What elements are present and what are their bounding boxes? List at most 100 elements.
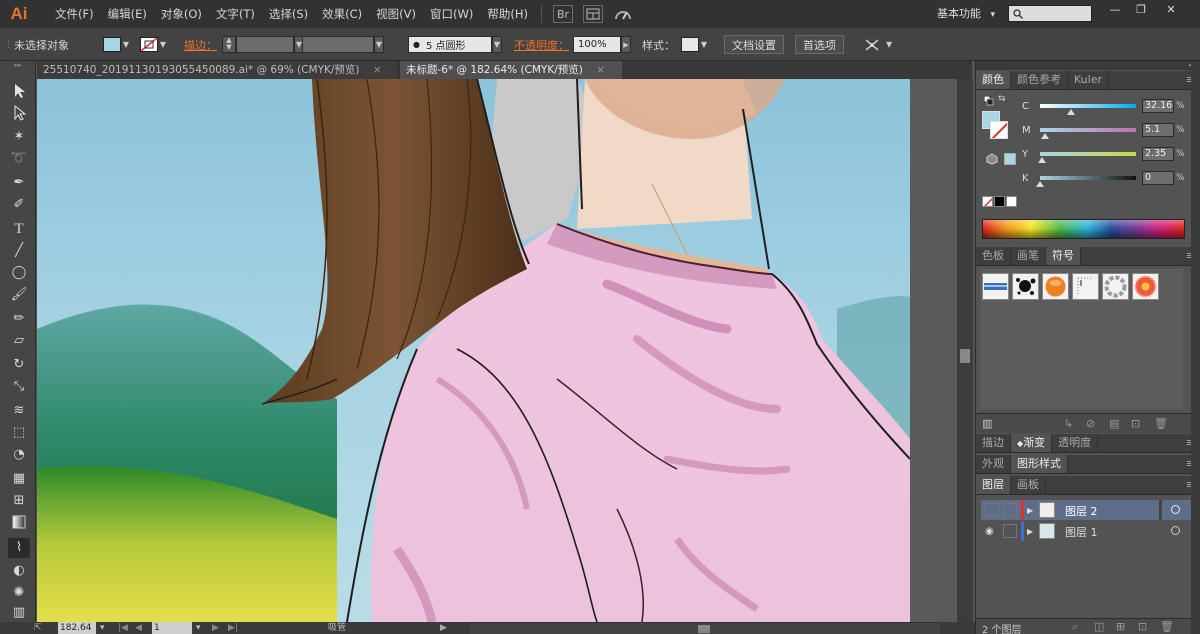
curvature-tool-icon[interactable]: ✐	[8, 195, 30, 215]
close-icon[interactable]: ×	[596, 64, 605, 76]
slider-knob[interactable]	[1066, 109, 1075, 115]
document-setup-button[interactable]: 文档设置	[724, 35, 784, 54]
stroke-label[interactable]: 描边：	[184, 28, 217, 61]
chevron-down-icon[interactable]: ▾	[196, 622, 201, 634]
status-menu-icon[interactable]: ▶	[440, 622, 447, 634]
closest-color-swatch[interactable]	[1004, 153, 1016, 165]
chevron-down-icon[interactable]: ▼	[374, 36, 384, 53]
warp-tool-icon[interactable]: ≋	[8, 401, 30, 421]
bridge-icon[interactable]: Br	[552, 5, 573, 23]
expand-triangle-icon[interactable]: ▶	[1027, 506, 1033, 515]
black-value[interactable]: 0	[1142, 171, 1174, 185]
zoom-arrow-icon[interactable]: ⇱	[34, 622, 42, 634]
ink-splash-symbol[interactable]	[1012, 273, 1039, 300]
symbol-sprayer-tool-icon[interactable]: ✺	[8, 583, 30, 603]
first-artboard-icon[interactable]: |◀	[118, 622, 128, 634]
new-layer-icon[interactable]: ⊡	[1138, 620, 1147, 633]
chevron-right-icon[interactable]: ▶	[621, 36, 631, 53]
magenta-slider[interactable]	[1040, 128, 1136, 139]
type-tool-icon[interactable]: T	[8, 219, 30, 239]
new-symbol-icon[interactable]: ⊡	[1131, 417, 1140, 430]
menu-help[interactable]: 帮助(H)	[480, 6, 535, 22]
zoom-input[interactable]: 182.64	[58, 622, 96, 634]
layer-name[interactable]: 图层 2	[1065, 503, 1098, 519]
magic-wand-tool-icon[interactable]: ✶	[8, 127, 30, 147]
restore-button[interactable]: ❐	[1130, 3, 1152, 17]
minimize-button[interactable]: —	[1104, 3, 1126, 17]
chevron-down-icon[interactable]: ▾	[100, 622, 105, 634]
break-link-icon[interactable]: ⊘	[1086, 417, 1095, 430]
chevron-down-icon[interactable]: ▼	[699, 37, 709, 52]
tab-document-2[interactable]: 未标题-6* @ 182.64% (CMYK/预览) ×	[400, 61, 622, 79]
tab-symbols[interactable]: 符号	[1046, 247, 1081, 265]
expand-triangle-icon[interactable]: ▶	[1027, 527, 1033, 536]
chevron-down-icon[interactable]: ▼	[492, 36, 502, 53]
menu-view[interactable]: 视图(V)	[369, 6, 423, 22]
transform-icon[interactable]: ▼	[864, 28, 892, 61]
panel-grip-icon[interactable]: ▸▸	[4, 61, 32, 69]
default-colors-icon[interactable]	[983, 95, 994, 109]
tab-stroke[interactable]: 描边	[976, 434, 1011, 452]
workspace-switcher[interactable]: 基本功能 ▾	[937, 5, 995, 21]
tab-gradient[interactable]: ◆渐变	[1011, 434, 1053, 452]
layer-row-1[interactable]: ◉ ▶ 图层 1	[981, 521, 1199, 541]
menu-select[interactable]: 选择(S)	[262, 6, 315, 22]
flower-symbol[interactable]	[1132, 273, 1159, 300]
color-spectrum[interactable]	[982, 219, 1185, 239]
previous-artboard-icon[interactable]: ◀	[135, 622, 142, 634]
target-icon[interactable]	[1171, 526, 1180, 535]
tab-color[interactable]: 颜色	[976, 71, 1011, 89]
black-slider[interactable]	[1036, 176, 1136, 187]
magenta-value[interactable]: 5.1	[1142, 123, 1174, 137]
lasso-tool-icon[interactable]: ➰	[8, 149, 30, 169]
gpu-performance-icon[interactable]	[613, 5, 633, 23]
chevron-down-icon[interactable]: ▼	[158, 37, 168, 52]
pencil-tool-icon[interactable]: ✏	[8, 309, 30, 329]
mesh-tool-icon[interactable]: ⊞	[8, 491, 30, 511]
place-symbol-icon[interactable]: ↳	[1064, 417, 1073, 430]
trash-icon[interactable]: 🗑	[1154, 417, 1168, 430]
swap-colors-icon[interactable]: ⇆	[998, 94, 1006, 104]
artboard-number-input[interactable]: 1	[152, 622, 192, 634]
preferences-button[interactable]: 首选项	[795, 35, 844, 54]
artwork-illustration[interactable]	[37, 79, 910, 622]
tab-document-1[interactable]: 25510740_20191130193055450089.ai* @ 69% …	[37, 61, 399, 79]
lock-toggle[interactable]	[1003, 524, 1017, 538]
pen-tool-icon[interactable]: ✒	[8, 173, 30, 193]
column-graph-tool-icon[interactable]: ▥	[8, 603, 30, 623]
fill-swatch[interactable]	[103, 37, 121, 52]
menu-window[interactable]: 窗口(W)	[423, 6, 480, 22]
shape-builder-tool-icon[interactable]: ◔	[8, 445, 30, 465]
arrange-documents-icon[interactable]	[582, 5, 603, 23]
ring-symbol[interactable]	[1102, 273, 1129, 300]
scrollbar-thumb[interactable]	[698, 625, 710, 633]
symbol-libraries-icon[interactable]: ▥	[982, 417, 992, 430]
collapse-panels-icon[interactable]: ◂◂	[976, 61, 1200, 70]
layer-name[interactable]: 图层 1	[1065, 524, 1098, 540]
ellipse-tool-icon[interactable]: ◯	[8, 263, 30, 283]
trash-icon[interactable]: 🗑	[1160, 620, 1174, 633]
slider-knob[interactable]	[1036, 181, 1044, 187]
close-window-button[interactable]: ✕	[1160, 3, 1182, 17]
horizontal-scrollbar[interactable]	[470, 622, 940, 634]
menu-edit[interactable]: 编辑(E)	[101, 6, 154, 22]
target-icon[interactable]	[1171, 505, 1180, 514]
stroke-color-swatch[interactable]	[990, 121, 1008, 139]
none-swatch[interactable]	[982, 196, 993, 207]
line-tool-icon[interactable]: ╱	[8, 241, 30, 261]
close-icon[interactable]: ×	[373, 64, 382, 76]
tab-color-guide[interactable]: 颜色参考	[1011, 71, 1068, 89]
panel-scrollbar[interactable]	[1191, 61, 1200, 634]
opacity-input[interactable]: 100%	[573, 36, 621, 53]
tab-swatches[interactable]: 色板	[976, 247, 1011, 265]
locate-object-icon[interactable]: ⌕	[1072, 620, 1078, 634]
menu-type[interactable]: 文字(T)	[209, 6, 262, 22]
perspective-grid-tool-icon[interactable]: ▦	[8, 469, 30, 489]
black-swatch[interactable]	[994, 196, 1005, 207]
eraser-tool-icon[interactable]: ▱	[8, 331, 30, 351]
eyedropper-tool-icon[interactable]: ⌇	[8, 538, 30, 558]
tab-layers[interactable]: 图层	[976, 476, 1011, 494]
brush-definition-select[interactable]: ● 5 点圆形	[408, 36, 492, 53]
free-transform-tool-icon[interactable]: ⬚	[8, 423, 30, 443]
clipping-mask-icon[interactable]: ◫	[1094, 620, 1104, 633]
